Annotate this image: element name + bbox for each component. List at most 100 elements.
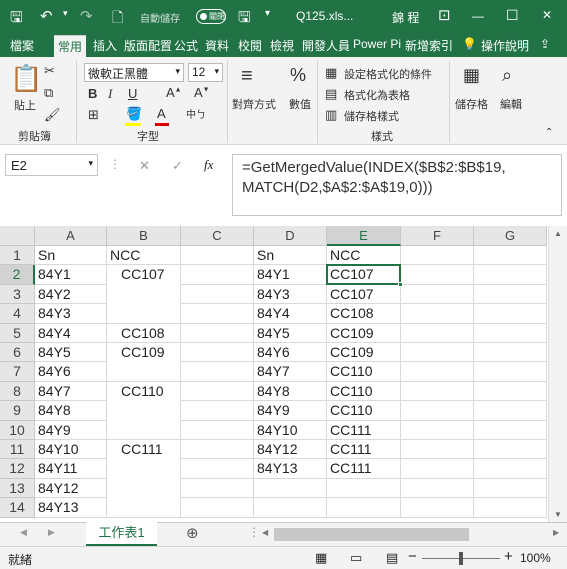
redo-icon[interactable]: ↷: [80, 7, 93, 25]
sheet-tab[interactable]: 工作表1: [86, 522, 157, 546]
format-painter-icon[interactable]: 🖌: [44, 107, 61, 123]
cell-d2[interactable]: 84Y1: [254, 265, 326, 284]
row-header-2[interactable]: 2: [0, 265, 35, 285]
number-label[interactable]: 數值: [289, 96, 311, 112]
row-header-11[interactable]: 11: [0, 440, 35, 460]
decrease-font-icon[interactable]: A▼: [194, 85, 210, 100]
tab-formulas[interactable]: 公式: [174, 37, 198, 54]
scroll-up-icon[interactable]: ▲: [554, 229, 562, 238]
normal-view-icon[interactable]: ▦: [315, 550, 327, 566]
add-sheet-icon[interactable]: ⊕: [186, 524, 199, 542]
cell-b5[interactable]: CC108: [107, 324, 180, 343]
editing-label[interactable]: 編輯: [500, 96, 522, 112]
column-header-e[interactable]: E: [327, 226, 401, 246]
cells-icon[interactable]: ▦: [463, 65, 480, 86]
tab-insert[interactable]: 插入: [93, 37, 117, 54]
borders-icon[interactable]: ⊞: [88, 107, 99, 123]
prev-sheet-icon[interactable]: ◀: [20, 527, 27, 538]
share-icon[interactable]: ⇪: [540, 37, 550, 51]
phonetic-icon[interactable]: 中ㄅ: [186, 106, 206, 121]
cell-e6[interactable]: CC109: [327, 343, 400, 362]
scroll-right-icon[interactable]: ▶: [553, 528, 559, 537]
search-icon[interactable]: ⌕: [502, 65, 512, 86]
undo-dropdown-icon[interactable]: ▾: [63, 8, 68, 19]
row-header-13[interactable]: 13: [0, 478, 35, 499]
cut-icon[interactable]: ✂: [44, 63, 55, 79]
column-header-d[interactable]: D: [254, 226, 327, 246]
cell-d7[interactable]: 84Y7: [254, 362, 326, 381]
tab-page-layout[interactable]: 版面配置: [124, 37, 172, 54]
column-header-a[interactable]: A: [35, 226, 107, 246]
cell-e7[interactable]: CC110: [327, 362, 400, 381]
conditional-format-button[interactable]: 設定格式化的條件: [344, 66, 432, 82]
split-grip-icon[interactable]: ⋮: [248, 525, 260, 539]
vertical-scrollbar[interactable]: ▲ ▼: [548, 226, 567, 522]
row-header-4[interactable]: 4: [0, 304, 35, 324]
save-as-icon[interactable]: 🖫: [238, 7, 251, 32]
italic-icon[interactable]: I: [108, 86, 112, 102]
cell-e14[interactable]: [327, 498, 400, 517]
cell-a14[interactable]: 84Y13: [35, 498, 106, 517]
number-format-icon[interactable]: %: [290, 65, 306, 86]
cell-d5[interactable]: 84Y5: [254, 324, 326, 343]
cell-e10[interactable]: CC111: [327, 421, 400, 440]
row-header-8[interactable]: 8: [0, 381, 35, 402]
new-file-icon[interactable]: 🗋: [112, 7, 123, 31]
cell-a6[interactable]: 84Y5: [35, 343, 106, 362]
minimize-button[interactable]: —: [472, 9, 484, 23]
cell-d11[interactable]: 84Y12: [254, 440, 326, 459]
tab-new-index[interactable]: 新增索引: [405, 37, 453, 54]
underline-icon[interactable]: U: [128, 86, 137, 101]
cell-d4[interactable]: 84Y4: [254, 304, 326, 323]
row-header-10[interactable]: 10: [0, 420, 35, 440]
restore-button[interactable]: ☐: [506, 7, 519, 24]
font-color-icon[interactable]: A: [157, 106, 166, 121]
next-sheet-icon[interactable]: ▶: [48, 527, 55, 538]
horizontal-scroll-thumb[interactable]: [274, 528, 469, 541]
enter-icon[interactable]: ✓: [172, 158, 183, 174]
tab-review[interactable]: 校閱: [238, 37, 262, 54]
cell-e1[interactable]: NCC: [327, 246, 400, 265]
cell-d1[interactable]: Sn: [254, 246, 326, 265]
row-header-5[interactable]: 5: [0, 323, 35, 343]
paste-icon[interactable]: 📋: [10, 63, 42, 94]
insert-function-icon[interactable]: fx: [204, 157, 213, 173]
format-table-icon[interactable]: ▤: [325, 86, 337, 102]
fill-color-icon[interactable]: 🪣: [126, 106, 142, 122]
zoom-level[interactable]: 100%: [520, 551, 551, 565]
zoom-out-button[interactable]: −: [408, 548, 417, 565]
row-header-9[interactable]: 9: [0, 401, 35, 421]
font-size-select[interactable]: 12 ▾: [188, 63, 223, 82]
cell-e13[interactable]: [327, 479, 400, 498]
tab-data[interactable]: 資料: [205, 37, 229, 54]
cell-e4[interactable]: CC108: [327, 304, 400, 323]
cell-a4[interactable]: 84Y3: [35, 304, 106, 323]
column-header-f[interactable]: F: [401, 226, 474, 246]
formula-input[interactable]: =GetMergedValue(INDEX($B$2:$B$19, MATCH(…: [232, 154, 562, 216]
cell-d8[interactable]: 84Y8: [254, 382, 326, 401]
close-button[interactable]: ✕: [542, 8, 552, 22]
cell-a8[interactable]: 84Y7: [35, 382, 106, 401]
page-layout-view-icon[interactable]: ▭: [350, 550, 362, 566]
font-name-select[interactable]: 微軟正黑體 ▾: [84, 63, 184, 82]
tab-home[interactable]: 常用: [54, 35, 87, 57]
column-header-g[interactable]: G: [474, 226, 547, 246]
lightbulb-icon[interactable]: 💡: [462, 37, 477, 51]
cell-a1[interactable]: Sn: [35, 246, 106, 265]
cell-e5[interactable]: CC109: [327, 324, 400, 343]
row-header-6[interactable]: 6: [0, 343, 35, 363]
cell-d3[interactable]: 84Y3: [254, 285, 326, 304]
cell-b11[interactable]: CC111: [107, 440, 180, 459]
zoom-slider-thumb[interactable]: [459, 552, 463, 565]
tab-developer[interactable]: 開發人員: [302, 37, 350, 54]
row-header-12[interactable]: 12: [0, 459, 35, 479]
cell-d12[interactable]: 84Y13: [254, 459, 326, 478]
zoom-in-button[interactable]: +: [504, 548, 513, 565]
collapse-ribbon-icon[interactable]: ⌃: [545, 127, 553, 138]
undo-icon[interactable]: ↶: [40, 7, 53, 25]
cell-a5[interactable]: 84Y4: [35, 324, 106, 343]
alignment-icon[interactable]: ≡: [241, 65, 253, 88]
page-break-view-icon[interactable]: ▤: [386, 550, 398, 566]
tab-power-pivot[interactable]: Power Pi: [353, 37, 401, 51]
cell-styles-button[interactable]: 儲存格樣式: [344, 108, 399, 124]
